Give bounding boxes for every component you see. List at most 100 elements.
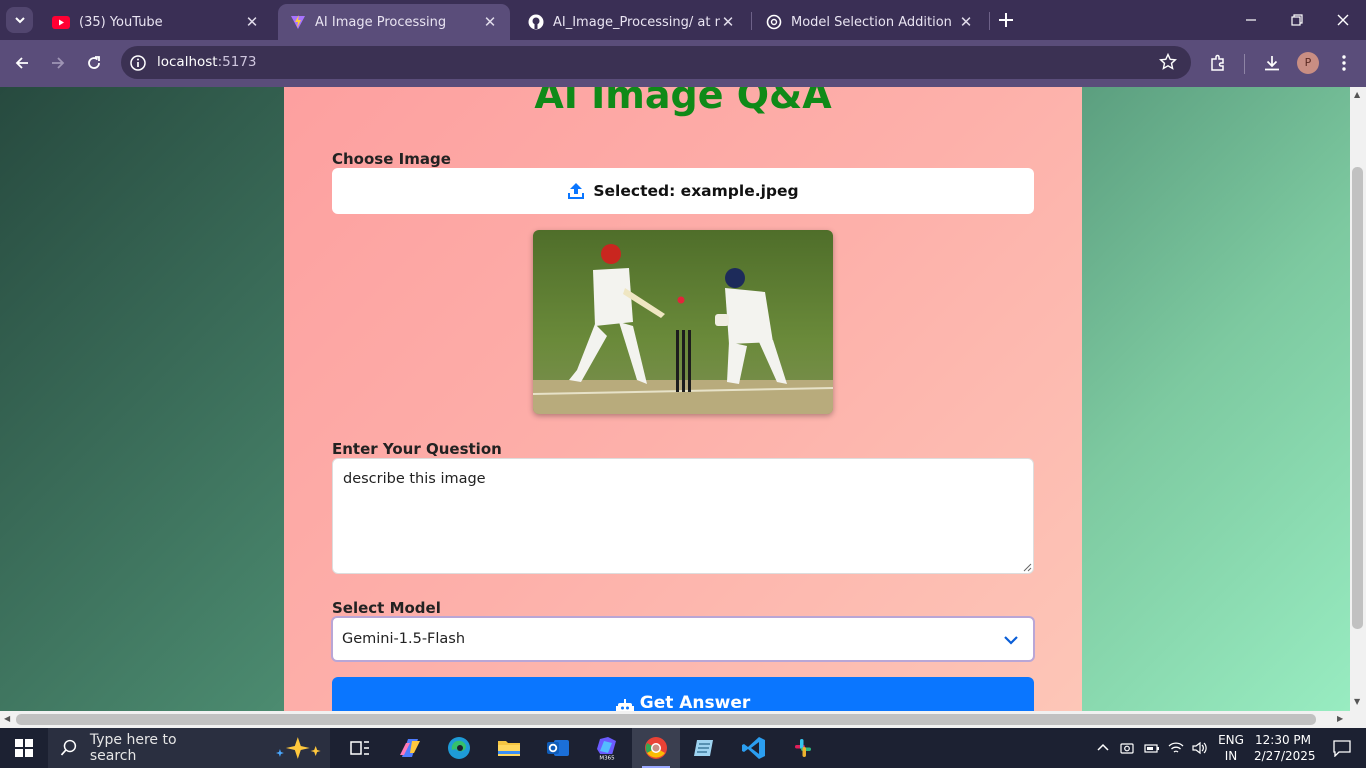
start-button[interactable]	[0, 728, 48, 768]
clock-time: 12:30 PM	[1255, 733, 1311, 747]
m365-app[interactable]: M365	[583, 728, 631, 768]
outlook-app[interactable]	[534, 728, 582, 768]
windows-logo-icon	[15, 739, 33, 757]
battery-icon[interactable]	[1144, 741, 1160, 755]
reload-button[interactable]	[79, 48, 109, 78]
vscode-app[interactable]	[730, 728, 778, 768]
question-textarea[interactable]: describe this image	[332, 458, 1034, 574]
forward-button[interactable]	[43, 48, 73, 78]
wifi-icon[interactable]	[1168, 741, 1184, 755]
task-view-icon	[350, 741, 369, 755]
region-code: IN	[1224, 749, 1238, 763]
plus-icon	[999, 13, 1013, 27]
downloads-button[interactable]	[1257, 48, 1287, 78]
site-info-icon[interactable]	[129, 54, 147, 72]
extensions-button[interactable]	[1203, 48, 1233, 78]
resize-grip-icon[interactable]	[1022, 562, 1032, 572]
vertical-scroll-thumb[interactable]	[1352, 167, 1363, 629]
back-button[interactable]	[7, 48, 37, 78]
edge-app[interactable]	[435, 728, 483, 768]
image-preview	[533, 230, 833, 414]
file-button-text: Selected: example.jpeg	[593, 182, 799, 200]
file-upload-button[interactable]: Selected: example.jpeg	[332, 168, 1034, 214]
restore-button[interactable]	[1274, 0, 1320, 40]
chevron-up-icon[interactable]	[1096, 741, 1110, 755]
reload-icon	[88, 56, 100, 69]
chrome-icon	[645, 737, 667, 759]
choose-image-label: Choose Image	[332, 150, 451, 168]
volume-icon[interactable]	[1192, 741, 1208, 755]
robot-icon	[615, 699, 634, 711]
tab-ai-image-processing[interactable]: AI Image Processing ✕	[278, 4, 510, 40]
slack-app[interactable]	[779, 728, 827, 768]
url-text: localhost:5173	[157, 54, 257, 70]
page-title: AI Image Q&A	[534, 87, 832, 117]
get-answer-label: Get Answer	[639, 693, 751, 711]
outlook-icon	[547, 740, 569, 756]
task-view-button[interactable]	[336, 728, 384, 768]
notifications-button[interactable]	[1318, 728, 1366, 768]
scroll-up-arrow-icon[interactable]: ▲	[1354, 90, 1360, 99]
svg-text:M365: M365	[599, 756, 615, 762]
notepad-app[interactable]	[681, 728, 729, 768]
taskbar-search[interactable]: Type here to search	[48, 728, 330, 768]
model-selected-value: Gemini-1.5-Flash	[342, 631, 466, 647]
vite-icon	[291, 15, 305, 29]
tab-title: Model Selection Addition	[791, 14, 952, 30]
model-select[interactable]: Gemini-1.5-Flash	[331, 616, 1035, 662]
tab-search-button[interactable]	[6, 7, 33, 33]
chrome-app[interactable]	[632, 728, 680, 768]
new-tab-button[interactable]	[995, 9, 1017, 31]
tab-youtube[interactable]: (35) YouTube ✕	[40, 4, 272, 40]
tab-model-selection[interactable]: Model Selection Addition ✕	[754, 4, 986, 40]
clock[interactable]: 12:30 PM 2/27/2025	[1254, 732, 1316, 764]
profile-avatar[interactable]: P	[1297, 52, 1319, 74]
tab-github[interactable]: AI_Image_Processing/ at main · ✕	[516, 4, 748, 40]
download-icon	[1265, 56, 1279, 71]
scroll-down-arrow-icon[interactable]: ▼	[1354, 697, 1360, 706]
upload-icon	[568, 183, 585, 199]
page-viewport: AI Image Q&A Choose Image Selected: exam…	[0, 87, 1350, 711]
camera-icon[interactable]	[1120, 741, 1134, 755]
windows-taskbar: Type here to search M365 ENG IN 12:30 PM…	[0, 728, 1366, 768]
scroll-right-arrow-icon[interactable]: ▶	[1337, 714, 1343, 723]
close-icon[interactable]: ✕	[720, 13, 736, 31]
star-icon[interactable]	[1159, 53, 1177, 71]
qa-card: AI Image Q&A Choose Image Selected: exam…	[284, 87, 1082, 711]
vertical-scrollbar[interactable]: ▲ ▼	[1350, 87, 1366, 711]
youtube-icon	[52, 15, 70, 29]
slack-icon	[795, 739, 811, 757]
toolbar-divider	[1244, 54, 1245, 74]
menu-button[interactable]	[1329, 48, 1359, 78]
github-icon	[528, 14, 544, 30]
language-indicator[interactable]: ENG IN	[1216, 732, 1246, 764]
tab-separator	[989, 12, 990, 30]
copilot-sparkle-icon	[276, 737, 322, 759]
get-answer-button[interactable]: Get Answer	[332, 677, 1034, 711]
horizontal-scrollbar[interactable]: ◀ ▶	[0, 711, 1366, 728]
chevron-down-icon	[14, 17, 25, 24]
system-tray	[1096, 728, 1208, 768]
close-icon[interactable]: ✕	[482, 13, 498, 31]
cricket-photo	[533, 230, 833, 414]
search-placeholder: Type here to search	[89, 732, 177, 764]
horizontal-scroll-thumb[interactable]	[16, 714, 1316, 725]
file-explorer-app[interactable]	[485, 728, 533, 768]
language-code: ENG	[1218, 733, 1244, 747]
copilot-app[interactable]	[386, 728, 434, 768]
clock-date: 2/27/2025	[1254, 749, 1316, 763]
close-window-button[interactable]	[1320, 0, 1366, 40]
close-icon	[1337, 14, 1349, 26]
minimize-button[interactable]	[1228, 0, 1274, 40]
question-label: Enter Your Question	[332, 440, 502, 458]
address-bar[interactable]: localhost:5173	[121, 46, 1191, 79]
minimize-icon	[1246, 19, 1256, 21]
m365-icon: M365	[596, 737, 618, 762]
close-icon[interactable]: ✕	[958, 13, 974, 31]
scroll-left-arrow-icon[interactable]: ◀	[4, 714, 10, 723]
restore-icon	[1291, 14, 1303, 26]
close-icon[interactable]: ✕	[244, 13, 260, 31]
url-port: :5173	[217, 54, 257, 70]
arrow-right-icon	[52, 57, 65, 69]
model-label: Select Model	[332, 599, 441, 617]
